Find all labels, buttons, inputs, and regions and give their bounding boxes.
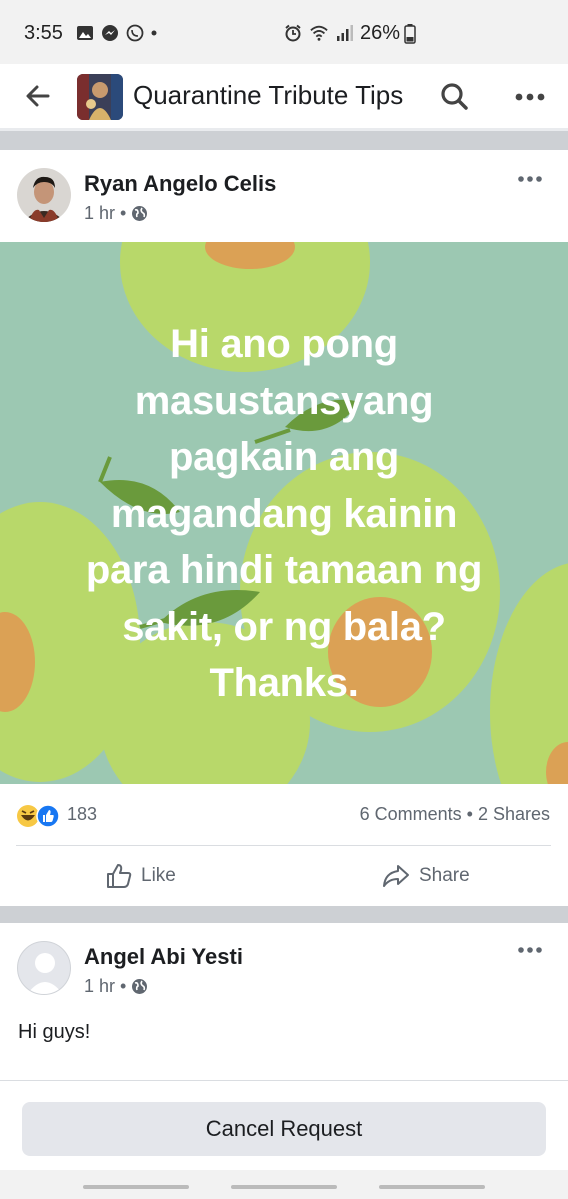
actions-divider [16,845,551,846]
commenter-avatar[interactable] [17,941,71,995]
thumbs-up-icon [107,864,132,888]
reaction-count[interactable]: 183 [67,804,97,825]
notification-icons [76,24,157,42]
meta-separator-dot: • [120,976,127,996]
nav-home[interactable] [231,1185,337,1189]
search-icon[interactable] [438,80,470,112]
globe-icon [132,206,148,221]
footer-divider [0,1080,568,1081]
cancel-request-button[interactable]: Cancel Request [22,1102,546,1156]
dot-icon [151,30,157,36]
back-arrow-icon[interactable] [24,82,52,110]
meta-separator-dot: • [120,203,127,223]
gallery-icon [77,26,93,40]
alarm-icon [285,24,301,42]
status-bar: 3:55 26% [0,0,568,64]
post-text: Hi ano pong masustansyang pagkain ang ma… [85,322,483,705]
second-post-time[interactable]: 1 hr [84,976,115,997]
globe-icon [132,979,148,994]
post-separator [0,906,568,923]
section-separator [0,131,568,150]
second-post-meta: 1 hr • [84,976,148,997]
system-icons [284,24,354,42]
like-button[interactable]: Like [105,858,176,894]
second-post-author[interactable]: Angel Abi Yesti [84,944,243,970]
reactions-bar[interactable]: 183 6 Comments • 2 Shares [0,790,568,840]
group-header: Quarantine Tribute Tips [0,64,568,128]
viber-icon [126,24,144,42]
nav-back[interactable] [379,1185,485,1189]
group-avatar[interactable] [77,74,123,120]
like-reaction-icon [36,804,60,828]
share-label: Share [419,865,470,886]
more-options-icon[interactable] [514,92,546,102]
nav-recents[interactable] [83,1185,189,1189]
post-meta: 1 hr • [84,203,148,224]
battery-icon [404,24,416,44]
default-profile-icon [27,953,63,994]
group-title[interactable]: Quarantine Tribute Tips [133,80,403,111]
second-post-text: Hi guys! [18,1021,91,1043]
reaction-icons [17,804,60,828]
battery-percent: 26% [360,22,401,44]
share-button[interactable]: Share [381,858,470,894]
like-label: Like [141,865,176,886]
post-time[interactable]: 1 hr [84,203,115,224]
system-nav-bar [0,1170,568,1199]
haha-icon [17,805,39,827]
author-avatar[interactable] [17,168,71,222]
comments-shares-count[interactable]: 6 Comments • 2 Shares [360,804,550,825]
post-options-icon[interactable] [517,175,543,183]
share-arrow-icon [383,865,409,887]
post-author-name[interactable]: Ryan Angelo Celis [84,171,276,197]
second-post-options-icon[interactable] [517,946,543,954]
wifi-icon [310,25,328,41]
messenger-icon [102,25,118,41]
status-time: 3:55 [24,22,63,44]
signal-icon [337,25,353,41]
